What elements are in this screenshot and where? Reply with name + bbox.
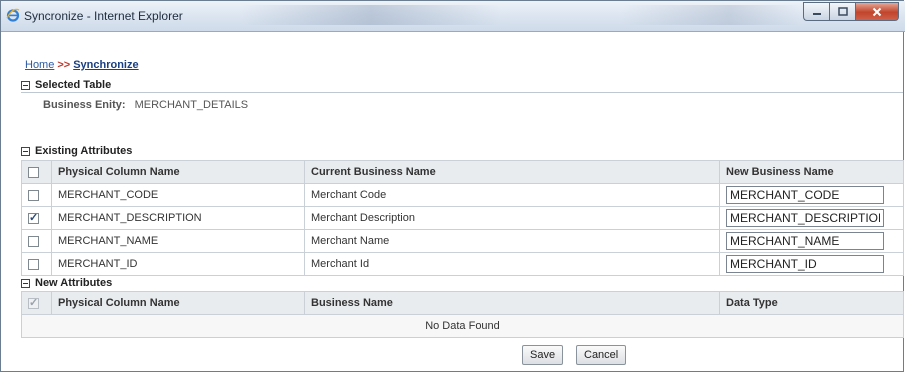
window-controls [803, 2, 899, 21]
column-header: Data Type [719, 291, 904, 315]
row-checkbox[interactable] [28, 235, 39, 247]
column-header: Business Name [304, 291, 720, 315]
breadcrumb-current-link[interactable]: Synchronize [73, 59, 138, 71]
cancel-button[interactable]: Cancel [576, 345, 627, 365]
maximize-button[interactable] [829, 2, 855, 21]
minimize-button[interactable] [803, 2, 829, 21]
new-attributes-section-header[interactable]: New Attributes [21, 277, 112, 289]
business-entity-line: Business Enity: MERCHANT_DETAILS [43, 99, 248, 111]
current-business-name: Merchant Description [304, 206, 720, 230]
breadcrumb-home-link[interactable]: Home [25, 59, 54, 71]
collapse-icon[interactable] [21, 278, 30, 288]
new-attributes-heading: New Attributes [35, 277, 113, 289]
existing-attributes-section-header[interactable]: Existing Attributes [21, 145, 132, 157]
empty-row: No Data Found [21, 314, 904, 338]
table-header-row: Physical Column Name Current Business Na… [21, 160, 904, 184]
section-divider [21, 92, 903, 93]
close-icon [872, 7, 882, 16]
save-button[interactable]: Save [522, 345, 564, 365]
physical-column-name: MERCHANT_NAME [51, 229, 305, 253]
column-header: Current Business Name [304, 160, 720, 184]
row-checkbox[interactable] [28, 258, 39, 270]
new-business-name-input[interactable] [726, 186, 884, 204]
table-row: MERCHANT_CODE Merchant Code [21, 183, 904, 207]
column-header: Physical Column Name [51, 291, 305, 315]
existing-attributes-heading: Existing Attributes [35, 145, 133, 157]
table-header-row: Physical Column Name Business Name Data … [21, 291, 904, 315]
select-all-checkbox [28, 296, 39, 309]
breadcrumb-separator: >> [57, 59, 71, 71]
minimize-icon [812, 12, 821, 15]
new-attributes-table: Physical Column Name Business Name Data … [21, 291, 904, 338]
ie-icon [6, 8, 20, 22]
current-business-name: Merchant Name [304, 229, 720, 253]
row-checkbox[interactable] [28, 189, 39, 201]
column-header: New Business Name [719, 160, 904, 184]
row-checkbox[interactable] [28, 211, 39, 224]
physical-column-name: MERCHANT_ID [51, 252, 305, 276]
business-entity-label: Business Enity: [43, 99, 126, 111]
collapse-icon[interactable] [21, 80, 30, 90]
select-all-checkbox[interactable] [28, 166, 39, 178]
breadcrumb: Home >> Synchronize [25, 59, 139, 71]
title-bar: Syncronize - Internet Explorer [1, 1, 905, 32]
table-row: MERCHANT_ID Merchant Id [21, 252, 904, 276]
current-business-name: Merchant Id [304, 252, 720, 276]
current-business-name: Merchant Code [304, 183, 720, 207]
physical-column-name: MERCHANT_CODE [51, 183, 305, 207]
close-button[interactable] [855, 2, 899, 21]
new-business-name-input[interactable] [726, 255, 884, 273]
business-entity-value: MERCHANT_DETAILS [134, 99, 249, 111]
selected-table-heading: Selected Table [35, 79, 112, 91]
select-all-cell [21, 160, 52, 184]
collapse-icon[interactable] [21, 146, 30, 156]
select-all-cell [21, 291, 52, 315]
existing-attributes-table: Physical Column Name Current Business Na… [21, 160, 904, 276]
column-header: Physical Column Name [51, 160, 305, 184]
new-business-name-input[interactable] [726, 209, 884, 227]
physical-column-name: MERCHANT_DESCRIPTION [51, 206, 305, 230]
window-title: Syncronize - Internet Explorer [24, 9, 183, 23]
new-business-name-input[interactable] [726, 232, 884, 250]
titlebar-blur-region-2 [621, 5, 801, 25]
no-data-message: No Data Found [21, 314, 904, 338]
maximize-icon [837, 7, 848, 16]
table-row: MERCHANT_DESCRIPTION Merchant Descriptio… [21, 206, 904, 230]
selected-table-section-header[interactable]: Selected Table [21, 79, 111, 91]
titlebar-blur-region [241, 5, 501, 25]
table-row: MERCHANT_NAME Merchant Name [21, 229, 904, 253]
browser-window: Syncronize - Internet Explorer Home >> Syn… [0, 0, 905, 372]
